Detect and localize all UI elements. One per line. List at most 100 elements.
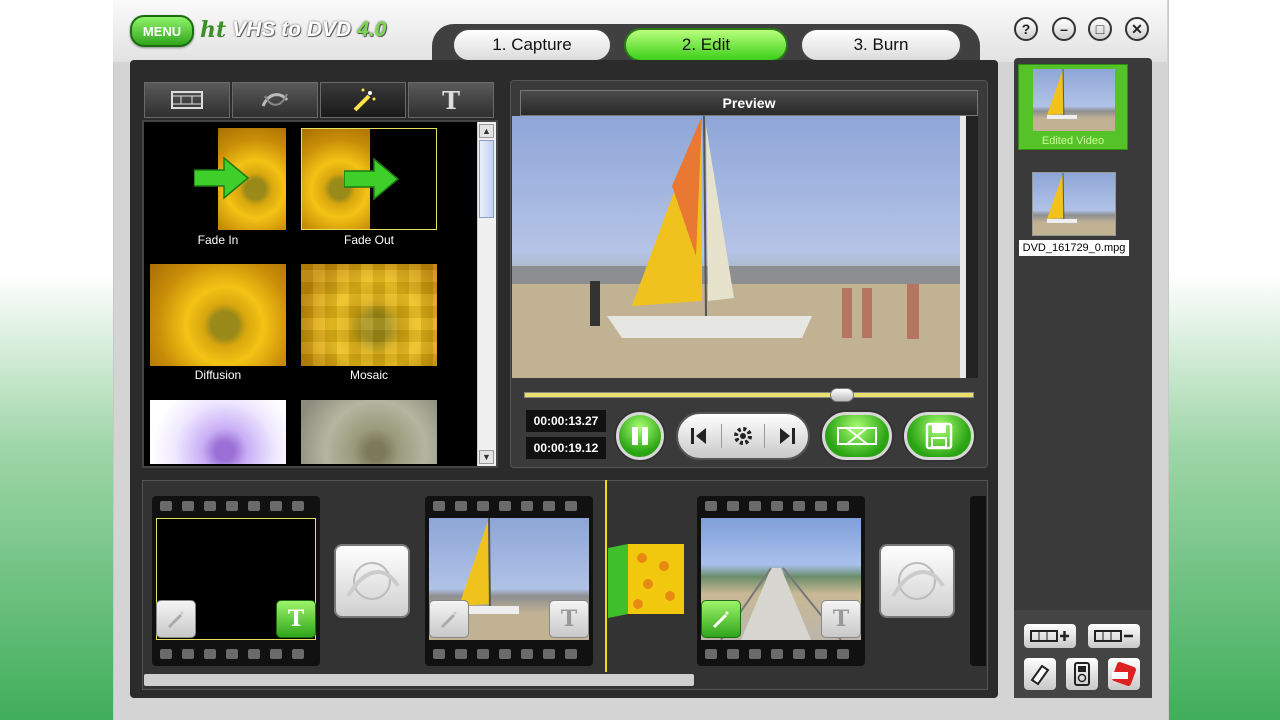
effect-thumb[interactable] xyxy=(301,400,437,464)
text-icon: T xyxy=(442,85,460,115)
save-button[interactable] xyxy=(904,412,974,460)
pause-button[interactable] xyxy=(616,412,664,460)
timeline-clip[interactable]: T xyxy=(425,496,593,666)
film-perforations xyxy=(697,644,865,664)
arrow-right-icon xyxy=(344,157,400,201)
cube-transition-icon xyxy=(608,544,684,618)
settings-button[interactable] xyxy=(720,424,766,448)
timeline-playhead[interactable] xyxy=(605,480,607,672)
timeline-transition-cube[interactable] xyxy=(608,544,684,618)
effect-fade-out-thumb[interactable] xyxy=(301,128,437,230)
video-frame xyxy=(512,116,978,378)
step-forward-icon xyxy=(779,428,795,444)
film-strip-icon xyxy=(171,91,203,109)
menu-button[interactable]: MENU xyxy=(130,15,194,47)
effect-thumb[interactable] xyxy=(150,400,286,464)
tab-edit[interactable]: 2. Edit xyxy=(624,28,788,62)
film-perforations xyxy=(152,644,320,664)
clip-text-button[interactable]: T xyxy=(549,600,589,638)
save-icon xyxy=(925,422,953,450)
scroll-thumb[interactable] xyxy=(479,140,494,218)
clip-effect-button[interactable] xyxy=(156,600,196,638)
tab-video-effects[interactable] xyxy=(144,82,230,118)
effect-fade-in-thumb[interactable] xyxy=(150,128,286,230)
media-file-label: DVD_161729_0.mpg xyxy=(1019,240,1129,256)
trim-button[interactable] xyxy=(822,412,892,460)
film-perforations xyxy=(425,644,593,664)
timeline-clip[interactable]: T xyxy=(697,496,865,666)
media-item-file[interactable] xyxy=(1032,172,1116,236)
help-button[interactable]: ? xyxy=(1014,17,1038,41)
ipod-icon xyxy=(1074,662,1090,686)
eraser-icon xyxy=(1030,664,1050,686)
add-clip-button[interactable] xyxy=(1022,622,1078,650)
youtube-button[interactable] xyxy=(1106,656,1142,692)
logo-name: VHS to DVD xyxy=(232,18,352,41)
tab-transitions[interactable] xyxy=(232,82,318,118)
film-perforations xyxy=(152,496,320,516)
transition-icon xyxy=(891,562,945,600)
logo-ht: ht xyxy=(200,17,227,43)
effect-label: Fade Out xyxy=(343,233,395,247)
current-time: 00:00:13.27 xyxy=(526,410,606,432)
magic-wand-icon xyxy=(712,611,729,629)
film-remove-icon xyxy=(1094,630,1133,642)
magic-wand-icon xyxy=(440,611,457,629)
gear-icon xyxy=(734,427,752,445)
seek-bar[interactable] xyxy=(524,392,974,398)
text-icon: T xyxy=(560,606,578,632)
magic-wand-icon xyxy=(167,611,184,629)
step-forward-button[interactable] xyxy=(765,427,808,445)
film-perforations xyxy=(425,496,593,516)
transition-icon xyxy=(346,562,400,600)
transition-icon xyxy=(261,93,289,107)
media-thumbnail xyxy=(1033,69,1115,131)
sailboat-video-image xyxy=(512,116,978,378)
logo-version: 4.0 xyxy=(357,18,387,41)
effect-diffusion-thumb[interactable] xyxy=(150,264,286,366)
tab-effects[interactable] xyxy=(320,82,406,118)
effect-label: Fade In xyxy=(197,233,239,247)
timeline-clip-partial[interactable] xyxy=(970,496,986,666)
timeline-transition[interactable] xyxy=(879,544,955,618)
close-button[interactable]: ✕ xyxy=(1125,17,1149,41)
erase-button[interactable] xyxy=(1022,656,1058,692)
app-logo: ht VHS to DVD 4.0 xyxy=(200,16,386,44)
clip-text-button[interactable]: T xyxy=(276,600,316,638)
maximize-button[interactable]: □ xyxy=(1088,17,1112,41)
sailboat-image xyxy=(1047,173,1077,224)
tab-text[interactable]: T xyxy=(408,82,494,118)
trim-icon xyxy=(837,427,877,445)
magic-wand-icon xyxy=(353,88,376,112)
clip-effect-button[interactable] xyxy=(429,600,469,638)
media-label: Edited Video xyxy=(1041,135,1105,147)
clip-text-button[interactable]: T xyxy=(821,600,861,638)
pause-icon xyxy=(632,427,648,445)
scroll-down-icon[interactable]: ▼ xyxy=(479,450,494,464)
effects-scrollbar[interactable]: ▲ ▼ xyxy=(477,122,496,466)
step-back-button[interactable] xyxy=(678,427,721,445)
scroll-up-icon[interactable]: ▲ xyxy=(479,124,494,138)
seek-handle[interactable] xyxy=(830,388,854,402)
effect-label: Mosaic xyxy=(349,368,388,382)
media-panel xyxy=(1014,58,1152,698)
media-item-edited[interactable]: Edited Video xyxy=(1018,64,1128,150)
minimize-button[interactable]: – xyxy=(1052,17,1076,41)
arrow-right-icon xyxy=(194,156,250,200)
text-icon: T xyxy=(832,606,850,632)
frame-control-group xyxy=(676,412,810,460)
text-icon: T xyxy=(287,606,305,632)
tab-capture[interactable]: 1. Capture xyxy=(452,28,612,62)
tab-burn[interactable]: 3. Burn xyxy=(800,28,962,62)
clip-effect-button[interactable] xyxy=(701,600,741,638)
sailboat-image xyxy=(1047,69,1077,120)
timeline-clip[interactable]: T xyxy=(152,496,320,666)
device-button[interactable] xyxy=(1064,656,1100,692)
remove-clip-button[interactable] xyxy=(1086,622,1142,650)
step-back-icon xyxy=(691,428,707,444)
timeline-scrollbar[interactable] xyxy=(144,674,694,686)
timeline-transition[interactable] xyxy=(334,544,410,618)
film-add-icon xyxy=(1030,630,1069,642)
effect-mosaic-thumb[interactable] xyxy=(301,264,437,366)
effect-label: Diffusion xyxy=(194,368,242,382)
